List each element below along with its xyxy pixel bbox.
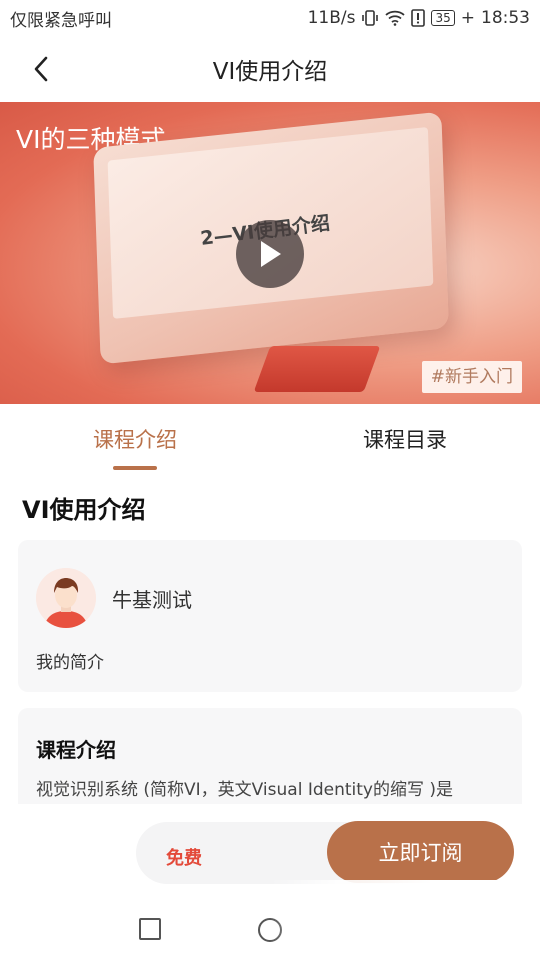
fade-overlay [270,880,540,960]
carrier-text: 仅限紧急呼叫 [10,10,112,31]
author-name: 牛基测试 [112,588,192,612]
avatar-person-icon [36,568,96,628]
tab-bar: 课程介绍 课程目录 [0,404,540,474]
nav-bar: VI使用介绍 [0,36,540,102]
monitor-stand [253,346,381,392]
status-bar: 仅限紧急呼叫 11B/s 35 + 18:53 [0,0,540,36]
vibrate-icon [362,10,379,26]
clock: 18:53 [481,8,530,28]
recent-apps-icon[interactable] [139,918,161,940]
category-tag[interactable]: #新手入门 [421,361,522,393]
intro-body: 视觉识别系统 (简称VI，英文Visual Identity的缩写 )是 [36,780,454,800]
chevron-left-icon [34,56,48,82]
intro-heading: 课程介绍 [36,738,116,762]
play-button[interactable] [236,220,304,288]
tab-course-catalog[interactable]: 课程目录 [270,404,540,474]
author-bio: 我的简介 [36,653,104,673]
price-label: 免费 [166,848,202,869]
alert-icon [411,9,426,27]
back-button[interactable] [24,52,58,86]
net-speed: 11B/s [307,8,356,28]
author-card: 牛基测试 我的简介 [18,540,522,692]
tab-course-intro[interactable]: 课程介绍 [0,404,270,474]
charging-icon: + [460,8,475,28]
page-title: VI使用介绍 [212,59,328,85]
status-indicators: 11B/s 35 + 18:53 [308,8,530,28]
wifi-icon [385,10,406,26]
play-icon [261,241,281,267]
avatar[interactable] [36,568,96,628]
course-title: VI使用介绍 [22,496,146,524]
battery-indicator: 35 [431,10,455,26]
subscribe-button[interactable]: 立即订阅 [327,821,514,883]
